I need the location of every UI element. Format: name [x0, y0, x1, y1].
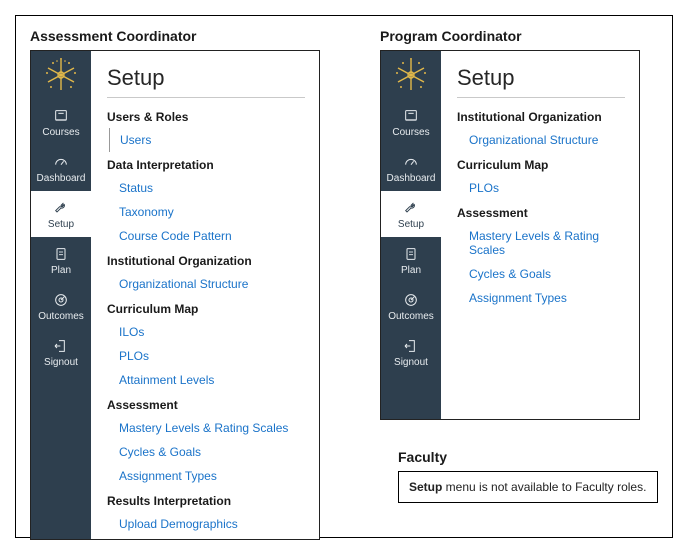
- nav-label: Setup: [383, 219, 439, 230]
- nav-setup[interactable]: Setup: [381, 191, 441, 237]
- clipboard-icon: [402, 246, 420, 262]
- target-icon: [52, 292, 70, 308]
- nav-label: Plan: [33, 265, 89, 276]
- setup-link[interactable]: Attainment Levels: [119, 368, 305, 392]
- section-header: Institutional Organization: [457, 110, 625, 124]
- page-title: Setup: [457, 65, 625, 98]
- page-title: Setup: [107, 65, 305, 98]
- signout-icon: [52, 338, 70, 354]
- nav-courses[interactable]: Courses: [31, 99, 91, 145]
- section-header: Institutional Organization: [107, 254, 305, 268]
- section-header: Assessment: [107, 398, 305, 412]
- nav-label: Outcomes: [33, 311, 89, 322]
- program-panel: Courses Dashboard Setup Plan: [380, 50, 640, 420]
- faculty-note-text: menu is not available to Faculty roles.: [442, 480, 646, 494]
- snowflake-icon: [391, 55, 431, 95]
- setup-link[interactable]: Cycles & Goals: [469, 262, 625, 286]
- nav-label: Plan: [383, 265, 439, 276]
- nav-dashboard[interactable]: Dashboard: [381, 145, 441, 191]
- nav-label: Dashboard: [33, 173, 89, 184]
- setup-link[interactable]: Organizational Structure: [119, 272, 305, 296]
- target-icon: [402, 292, 420, 308]
- setup-link[interactable]: Taxonomy: [119, 200, 305, 224]
- app-logo: [381, 51, 441, 99]
- setup-link[interactable]: Cycles & Goals: [119, 440, 305, 464]
- section-header: Curriculum Map: [107, 302, 305, 316]
- nav-label: Setup: [33, 219, 89, 230]
- nav-signout[interactable]: Signout: [381, 329, 441, 375]
- setup-link[interactable]: Users: [120, 128, 305, 152]
- setup-content: Setup Institutional Organization Organiza…: [441, 51, 639, 419]
- setup-link[interactable]: PLOs: [469, 176, 625, 200]
- section-header: Assessment: [457, 206, 625, 220]
- nav-plan[interactable]: Plan: [381, 237, 441, 283]
- sidebar: Courses Dashboard Setup Plan: [381, 51, 441, 419]
- faculty-note-bold: Setup: [409, 480, 442, 494]
- nav-label: Signout: [33, 357, 89, 368]
- nav-signout[interactable]: Signout: [31, 329, 91, 375]
- signout-icon: [402, 338, 420, 354]
- setup-link[interactable]: Assignment Types: [469, 286, 625, 310]
- setup-link[interactable]: Status: [119, 176, 305, 200]
- nav-outcomes[interactable]: Outcomes: [381, 283, 441, 329]
- role-title-faculty: Faculty: [398, 449, 658, 465]
- nav-label: Outcomes: [383, 311, 439, 322]
- clipboard-icon: [52, 246, 70, 262]
- snowflake-icon: [41, 55, 81, 95]
- setup-content: Setup Users & Roles Users Data Interpretat…: [91, 51, 319, 539]
- setup-link[interactable]: Upload Demographics: [119, 512, 305, 536]
- section-header: Results Interpretation: [107, 494, 305, 508]
- section-header: Users & Roles: [107, 110, 305, 124]
- app-logo: [31, 51, 91, 99]
- nav-label: Courses: [383, 127, 439, 138]
- nav-dashboard[interactable]: Dashboard: [31, 145, 91, 191]
- nav-label: Signout: [383, 357, 439, 368]
- gauge-icon: [52, 154, 70, 170]
- nav-label: Dashboard: [383, 173, 439, 184]
- nav-setup[interactable]: Setup: [31, 191, 91, 237]
- setup-link[interactable]: Mastery Levels & Rating Scales: [469, 224, 625, 262]
- nav-outcomes[interactable]: Outcomes: [31, 283, 91, 329]
- setup-link[interactable]: ILOs: [119, 320, 305, 344]
- nav-label: Courses: [33, 127, 89, 138]
- nav-courses[interactable]: Courses: [381, 99, 441, 145]
- nav-plan[interactable]: Plan: [31, 237, 91, 283]
- gauge-icon: [402, 154, 420, 170]
- section-header: Data Interpretation: [107, 158, 305, 172]
- book-icon: [52, 108, 70, 124]
- setup-link[interactable]: Assignment Types: [119, 464, 305, 488]
- setup-link[interactable]: Organizational Structure: [469, 128, 625, 152]
- assessment-panel: Courses Dashboard Setup Plan: [30, 50, 320, 540]
- section-header: Curriculum Map: [457, 158, 625, 172]
- wrench-icon: [52, 200, 70, 216]
- role-title-assessment: Assessment Coordinator: [30, 28, 320, 44]
- faculty-note: Setup menu is not available to Faculty r…: [398, 471, 658, 503]
- setup-link[interactable]: Course Code Pattern: [119, 224, 305, 248]
- setup-link[interactable]: Mastery Levels & Rating Scales: [119, 416, 305, 440]
- sidebar: Courses Dashboard Setup Plan: [31, 51, 91, 539]
- role-title-program: Program Coordinator: [380, 28, 640, 44]
- book-icon: [402, 108, 420, 124]
- wrench-icon: [402, 200, 420, 216]
- setup-link[interactable]: PLOs: [119, 344, 305, 368]
